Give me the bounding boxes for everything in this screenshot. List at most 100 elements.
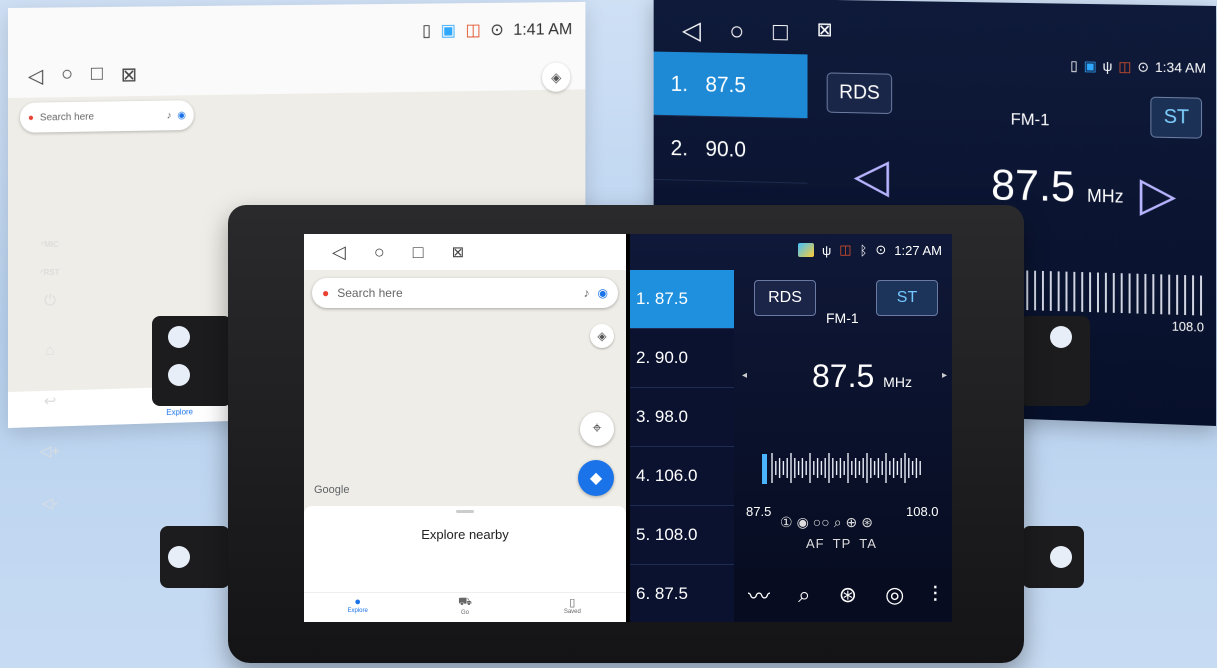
- home-icon[interactable]: ○: [61, 63, 73, 88]
- volume-up-icon[interactable]: ◁+: [36, 442, 64, 460]
- cast-icon: ◫: [1118, 58, 1131, 75]
- bg-preset-item[interactable]: 2. 90.0: [654, 116, 808, 184]
- broadcast-icon[interactable]: 〰: [748, 579, 770, 611]
- band-label: FM-1: [826, 310, 859, 326]
- preset-number: 2.: [671, 135, 688, 161]
- preset-item[interactable]: 3. 98.0: [630, 388, 734, 447]
- account-icon[interactable]: ◉: [177, 110, 186, 121]
- car-icon: ⛟: [411, 596, 518, 610]
- preset-item[interactable]: 2. 90.0: [630, 329, 734, 388]
- bg-tuning-scale[interactable]: [1018, 270, 1206, 315]
- layers-button[interactable]: ◈: [590, 324, 614, 348]
- bg-explore-tab[interactable]: Explore: [166, 407, 193, 417]
- gallery-icon: [798, 243, 814, 257]
- bg-maps-status-bar: ▯ ▣ ◫ ⊙ 1:41 AM: [422, 20, 572, 41]
- download-icon: ⊕: [846, 514, 858, 531]
- volume-down-icon[interactable]: ◁-: [36, 494, 64, 512]
- power-icon[interactable]: ⏻: [36, 292, 64, 309]
- back-icon[interactable]: ◁: [332, 242, 346, 263]
- right-lower-bracket: [1022, 526, 1084, 588]
- preset-item[interactable]: 1. 87.5: [630, 270, 734, 329]
- bg-next-station-icon[interactable]: ▷: [1140, 166, 1177, 223]
- tuning-scale[interactable]: [758, 448, 926, 488]
- preset-item[interactable]: 5. 108.0: [630, 506, 734, 565]
- right-mounting-bracket: [1020, 316, 1090, 406]
- bg-preset-list: 1. 87.5 2. 90.0: [654, 52, 808, 184]
- af-tp-ta-row: AF TP TA: [806, 536, 877, 551]
- back-icon[interactable]: ◁: [28, 64, 43, 89]
- recents-icon[interactable]: □: [773, 17, 788, 48]
- bg-maps-search-bar[interactable]: ● Search here ♪ ◉: [20, 100, 194, 133]
- usb-icon: ▯: [422, 21, 431, 41]
- explore-nearby-title: Explore nearby: [304, 527, 626, 542]
- google-logo: Google: [314, 484, 349, 496]
- mic-icon[interactable]: ♪: [167, 110, 172, 121]
- back-icon[interactable]: ◁: [682, 15, 701, 46]
- reset-button[interactable]: ◜RST: [36, 268, 64, 277]
- bg-frequency-value: 87.5: [991, 161, 1075, 212]
- prev-station-icon[interactable]: ◂: [742, 370, 747, 381]
- close-window-icon[interactable]: ⊠: [121, 62, 138, 87]
- back-icon[interactable]: ↩: [36, 392, 64, 410]
- scale-ticks: [772, 453, 920, 483]
- recents-icon[interactable]: □: [91, 63, 103, 88]
- preset-item[interactable]: 6. 87.5: [630, 565, 734, 622]
- af-label: AF: [806, 536, 825, 551]
- search-icon[interactable]: ⌕: [798, 582, 810, 608]
- radio-time: 1:27 AM: [894, 243, 942, 258]
- bg-st-button[interactable]: ST: [1151, 97, 1202, 139]
- bg-preset-item[interactable]: 1. 87.5: [654, 52, 808, 120]
- explore-sheet[interactable]: Explore nearby: [304, 506, 626, 594]
- bookmark-icon: ▯: [519, 596, 626, 609]
- radio-status-bar: ψ ◫ ᛒ ⊙ 1:27 AM: [798, 242, 942, 258]
- next-station-icon[interactable]: ▸: [942, 370, 947, 381]
- account-icon[interactable]: ◉: [598, 286, 608, 300]
- radio-signal-icon[interactable]: ◎: [885, 582, 904, 608]
- tab-go[interactable]: ⛟ Go: [411, 593, 518, 622]
- tab-label: Explore: [347, 608, 367, 614]
- location-icon: ⊙: [875, 242, 886, 258]
- tab-explore[interactable]: ● Explore: [304, 593, 411, 622]
- home-icon[interactable]: ⌂: [36, 342, 64, 359]
- st-button[interactable]: ST: [876, 280, 938, 316]
- close-window-icon[interactable]: ⊠: [452, 243, 465, 261]
- maps-pin-icon: ●: [28, 112, 34, 123]
- max-frequency: 108.0: [906, 504, 939, 519]
- equalizer-icon[interactable]: ⫶: [932, 582, 938, 608]
- tab-saved[interactable]: ▯ Saved: [519, 593, 626, 622]
- preset-frequency: 90.0: [705, 136, 746, 162]
- mount-hole: [1050, 326, 1072, 348]
- mic-icon[interactable]: ♪: [584, 286, 590, 300]
- rds-button[interactable]: RDS: [754, 280, 816, 316]
- preset-item[interactable]: 4. 106.0: [630, 447, 734, 506]
- cast-icon: ◫: [839, 242, 851, 258]
- recents-icon[interactable]: □: [413, 242, 424, 263]
- mount-hole: [168, 546, 190, 568]
- close-window-icon[interactable]: ⊠: [817, 17, 833, 48]
- location-icon: ⊙: [490, 20, 504, 40]
- home-icon[interactable]: ○: [374, 242, 385, 263]
- maps-search-bar[interactable]: ● Search here ♪ ◉: [312, 278, 618, 308]
- bg-radio-nav-bar: ◁ ○ □ ⊠: [682, 15, 833, 48]
- bg-maps-topbar: ▯ ▣ ◫ ⊙ 1:41 AM ◁ ○ □ ⊠: [8, 2, 585, 98]
- bg-rds-button[interactable]: RDS: [827, 72, 893, 114]
- bg-radio-time: 1:34 AM: [1155, 59, 1206, 77]
- bg-search-placeholder: Search here: [40, 111, 94, 123]
- mic-label: ◜MIC: [36, 240, 64, 249]
- directions-icon[interactable]: ◆: [578, 460, 614, 496]
- my-location-icon[interactable]: ⌖: [580, 412, 614, 446]
- home-icon[interactable]: ○: [729, 16, 744, 47]
- rst-text: RST: [44, 268, 60, 277]
- bg-max-frequency: 108.0: [1172, 319, 1204, 335]
- tuning-needle[interactable]: [762, 454, 767, 484]
- frequency-unit: MHz: [883, 374, 912, 390]
- mount-hole: [168, 364, 190, 386]
- bg-maps-nav-bar: ◁ ○ □ ⊠: [28, 62, 137, 88]
- ta-label: TA: [859, 536, 877, 551]
- scan-icon[interactable]: ⊛: [839, 582, 857, 608]
- mount-hole: [1050, 546, 1072, 568]
- bg-prev-station-icon[interactable]: ◁: [854, 148, 890, 204]
- sheet-handle[interactable]: [456, 510, 474, 513]
- radio-controls-bar: 〰 ⌕ ⊛ ◎ ⫶: [734, 568, 952, 622]
- left-lower-bracket: [160, 526, 230, 588]
